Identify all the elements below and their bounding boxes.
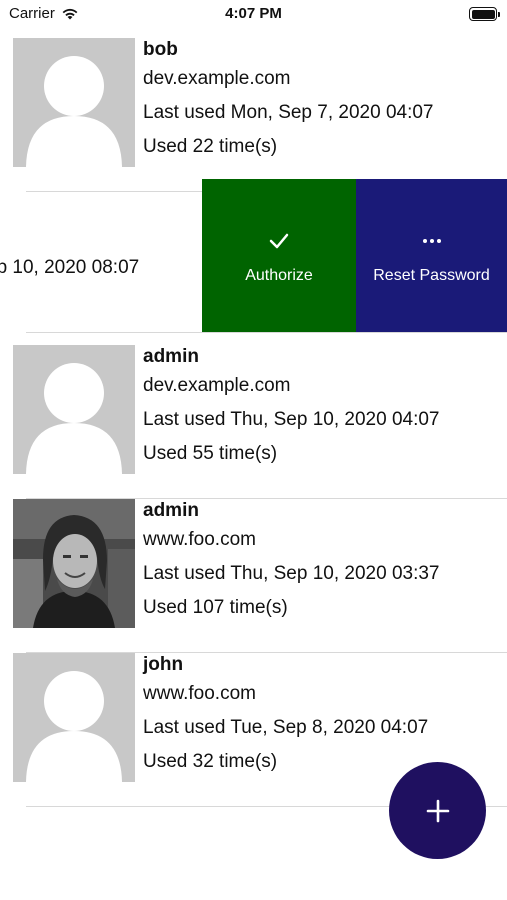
username: admin [143, 500, 199, 521]
username: admin [143, 346, 199, 367]
row-separator [26, 332, 507, 333]
last-used: Last used Thu, Sep 10, 2020 03:37 [143, 563, 440, 584]
more-icon [356, 231, 507, 257]
host: dev.example.com [143, 375, 291, 396]
last-used: Last used Tue, Sep 8, 2020 04:07 [143, 717, 429, 738]
avatar-placeholder [13, 653, 135, 782]
use-count: Used 107 time(s) [143, 597, 288, 618]
username: bob [143, 39, 178, 60]
credential-row-swiped[interactable]: ep 10, 2020 08:07 Authorize Reset Passwo… [0, 179, 507, 333]
add-credential-button[interactable] [389, 762, 486, 859]
status-bar: Carrier 4:07 PM [0, 0, 507, 28]
authorize-button[interactable]: Authorize [202, 179, 356, 332]
credential-row[interactable]: admin dev.example.com Last used Thu, Sep… [0, 345, 507, 499]
reset-password-label: Reset Password [373, 267, 490, 284]
username: john [143, 654, 184, 675]
credential-row[interactable]: admin www.foo.com Last used Thu, Sep 10,… [0, 499, 507, 653]
status-time: 4:07 PM [225, 5, 282, 22]
battery-icon [469, 7, 500, 21]
avatar-photo [13, 499, 135, 628]
use-count: Used 32 time(s) [143, 751, 278, 772]
avatar-placeholder [13, 345, 135, 474]
reset-password-button[interactable]: Reset Password [356, 179, 507, 332]
last-used: Last used Thu, Sep 10, 2020 04:07 [143, 409, 440, 430]
credential-row[interactable]: bob dev.example.com Last used Mon, Sep 7… [0, 38, 507, 192]
last-used-partial: ep 10, 2020 08:07 [0, 257, 140, 278]
authorize-label: Authorize [245, 267, 313, 284]
host: www.foo.com [143, 529, 256, 550]
use-count: Used 22 time(s) [143, 136, 278, 157]
last-used: Last used Mon, Sep 7, 2020 04:07 [143, 102, 434, 123]
use-count: Used 55 time(s) [143, 443, 278, 464]
avatar-placeholder [13, 38, 135, 167]
host: www.foo.com [143, 683, 256, 704]
checkmark-icon [202, 231, 356, 257]
host: dev.example.com [143, 68, 291, 89]
plus-icon [426, 799, 449, 822]
